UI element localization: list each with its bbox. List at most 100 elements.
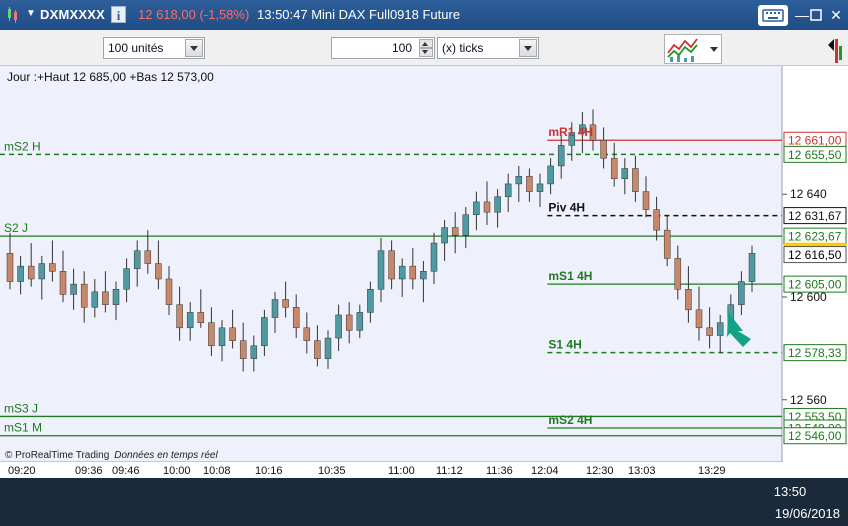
- candle-body-66: [706, 327, 713, 336]
- x-tick-label-3: 10:00: [163, 465, 191, 477]
- quantity-unit-select[interactable]: 100 unités: [103, 37, 205, 59]
- level-name-1: mS2 H: [4, 139, 41, 153]
- symbol-dropdown-icon[interactable]: ▼: [26, 8, 36, 19]
- candlestick-app-icon[interactable]: [6, 7, 20, 23]
- candle-body-56: [600, 139, 607, 159]
- x-tick-label-6: 10:35: [318, 465, 346, 477]
- candle-body-23: [250, 345, 258, 359]
- chart-tools-icon[interactable]: [824, 36, 844, 66]
- indicators-button[interactable]: [664, 34, 722, 64]
- candle-body-29: [314, 340, 321, 359]
- chevron-down-icon[interactable]: [710, 47, 718, 52]
- quantity-unit-value: 100 unités: [108, 41, 164, 55]
- decrement-icon[interactable]: [419, 48, 433, 57]
- level-name-2: Piv 4H: [548, 201, 585, 215]
- title-bar: ▼ DXMXXXX i 12 618,00 (-1,58%) 13:50:47 …: [0, 0, 848, 30]
- x-tick-label-4: 10:08: [203, 465, 231, 477]
- candle-body-50: [536, 183, 544, 192]
- candle-body-70: [748, 253, 756, 282]
- taskbar-clock[interactable]: 13:50: [760, 484, 820, 499]
- candle-body-28: [303, 327, 311, 341]
- level-price-4: 12 605,00: [788, 278, 842, 292]
- candle-body-8: [91, 291, 99, 308]
- price-change: 12 618,00 (-1,58%): [138, 7, 250, 22]
- candle-body-59: [632, 168, 639, 192]
- chevron-down-icon[interactable]: [185, 39, 203, 57]
- candle-body-16: [176, 304, 183, 329]
- maximize-button[interactable]: [806, 5, 826, 25]
- candle-body-10: [112, 289, 120, 305]
- candle-body-34: [367, 289, 374, 313]
- level-price-3: 12 623,67: [788, 230, 842, 244]
- ticks-value[interactable]: 100: [392, 38, 412, 58]
- level-name-6: mS3 J: [4, 401, 38, 415]
- level-price-5: 12 578,33: [788, 346, 842, 360]
- candle-body-30: [324, 337, 332, 359]
- x-tick-label-8: 11:12: [436, 465, 463, 477]
- candle-body-45: [483, 201, 491, 213]
- candle-body-39: [420, 271, 427, 280]
- ticks-unit-value: (x) ticks: [442, 41, 484, 55]
- candle-body-2: [27, 265, 35, 280]
- candle-body-19: [208, 322, 215, 347]
- instrument-description: 13:50:47 Mini DAX Full0918 Future: [257, 7, 461, 22]
- taskbar: 13:50 19/06/2018: [0, 478, 848, 526]
- price-chart[interactable]: 12 640 12 600 12 560 mR1 4H 12 661,00 mS2 H1…: [0, 66, 848, 478]
- candle-body-32: [345, 314, 353, 331]
- candle-body-63: [674, 258, 682, 290]
- candle-body-15: [165, 278, 173, 305]
- level-price-2: 12 631,67: [788, 209, 842, 223]
- x-tick-label-12: 13:03: [628, 465, 656, 477]
- level-price-0: 12 661,00: [788, 134, 842, 148]
- x-tick-label-0: 09:20: [8, 465, 36, 477]
- level-name-4: mS1 4H: [548, 269, 592, 283]
- candle-body-0: [6, 253, 14, 282]
- taskbar-date[interactable]: 19/06/2018: [775, 506, 840, 521]
- y-tick-label-2: 12 560: [790, 393, 827, 407]
- candle-body-1: [17, 265, 24, 282]
- instrument-symbol[interactable]: DXMXXXX: [40, 7, 105, 22]
- level-name-5: S1 4H: [548, 338, 581, 352]
- level-name-3: S2 J: [4, 221, 28, 235]
- candle-body-18: [197, 312, 205, 323]
- candle-body-57: [610, 157, 618, 180]
- order-toolbar: 100 unités 100 (x) ticks: [0, 30, 848, 66]
- candle-body-17: [186, 312, 194, 329]
- candle-body-26: [282, 299, 289, 308]
- last-close-value: 12 616,50: [788, 248, 842, 262]
- level-price-8: 12 546,00: [788, 429, 842, 443]
- candle-body-5: [59, 271, 67, 295]
- close-button[interactable]: ✕: [826, 5, 846, 25]
- candle-body-35: [377, 250, 385, 290]
- candle-body-47: [504, 183, 512, 198]
- chart-canvas[interactable]: 12 64012 60012 560 mR1 4H12 661,00mS2 H1…: [0, 66, 848, 478]
- candle-body-38: [409, 265, 417, 280]
- indicator-chart-icon: [667, 38, 698, 62]
- candle-body-21: [229, 327, 236, 341]
- info-icon[interactable]: i: [111, 6, 126, 23]
- candle-body-24: [261, 317, 268, 347]
- stepper-buttons[interactable]: [419, 39, 433, 57]
- level-name-7: mS2 4H: [548, 413, 592, 427]
- candle-body-51: [547, 165, 554, 185]
- keyboard-icon[interactable]: [758, 5, 788, 26]
- x-tick-label-5: 10:16: [255, 465, 283, 477]
- x-tick-label-1: 09:36: [75, 465, 103, 477]
- candle-body-49: [526, 175, 533, 192]
- candle-body-69: [738, 281, 745, 305]
- increment-icon[interactable]: [419, 39, 433, 48]
- candle-body-12: [133, 250, 141, 269]
- candle-body-58: [621, 168, 629, 180]
- ticks-stepper[interactable]: 100: [331, 37, 435, 59]
- chevron-down-icon[interactable]: [519, 39, 537, 57]
- candle-body-9: [102, 291, 109, 305]
- candle-body-44: [473, 201, 480, 215]
- time-axis: 09:20 09:36 09:46 10:00 10:08 10:16 10:35 11:00…: [0, 462, 782, 478]
- ticks-unit-select[interactable]: (x) ticks: [437, 37, 539, 59]
- candle-body-37: [398, 265, 406, 280]
- candle-body-43: [462, 214, 470, 236]
- level-price-1: 12 655,50: [788, 148, 842, 162]
- candle-body-31: [335, 314, 342, 339]
- candle-body-42: [451, 227, 459, 236]
- candle-body-67: [716, 322, 724, 336]
